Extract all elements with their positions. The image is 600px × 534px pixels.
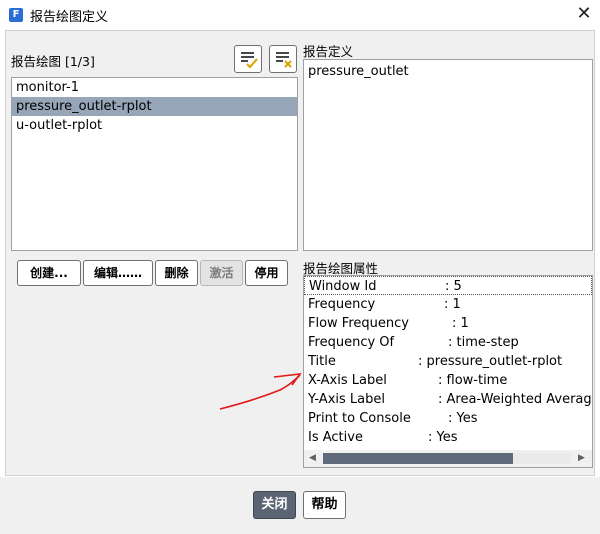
property-key: Print to Console	[308, 411, 411, 426]
scroll-right-icon[interactable]: ▶	[573, 450, 590, 467]
property-row[interactable]: Print to Console : Yes	[304, 409, 592, 428]
property-row[interactable]: X-Axis Label : flow-time	[304, 371, 592, 390]
report-definitions-list[interactable]: pressure_outlet	[303, 59, 593, 251]
report-plot-properties-list[interactable]: Window Id : 5 Frequency : 1 Flow Frequen…	[303, 275, 593, 468]
app-icon: F	[9, 8, 23, 22]
property-key: Frequency Of	[308, 335, 395, 350]
property-value: : Yes	[448, 411, 478, 426]
title-bar: F 报告绘图定义 ✕	[0, 0, 600, 30]
delete-button[interactable]: 删除	[155, 260, 198, 286]
window-title: 报告绘图定义	[30, 10, 109, 25]
property-row[interactable]: Frequency : 1	[304, 295, 592, 314]
select-all-icon	[241, 52, 258, 69]
report-plot-item-selected[interactable]: pressure_outlet-rplot	[12, 97, 297, 116]
property-value: : pressure_outlet-rplot	[418, 354, 563, 369]
scroll-left-icon[interactable]: ◀	[304, 450, 321, 467]
property-row[interactable]: Is Active : Yes	[304, 428, 592, 447]
property-row[interactable]: Flow Frequency : 1	[304, 314, 592, 333]
property-value: : Area-Weighted Average	[438, 392, 593, 407]
dialog-footer: 关闭 帮助	[0, 477, 600, 534]
property-value: : 1	[452, 316, 469, 331]
property-value: : 1	[444, 297, 461, 312]
close-icon[interactable]: ✕	[574, 4, 594, 24]
property-value: : 5	[445, 279, 462, 294]
property-value: : Yes	[428, 430, 458, 445]
property-key: Flow Frequency	[308, 316, 409, 331]
report-plots-list[interactable]: monitor-1 pressure_outlet-rplot u-outlet…	[11, 77, 298, 251]
close-button[interactable]: 关闭	[253, 491, 296, 519]
horizontal-scrollbar[interactable]: ◀ ▶	[304, 450, 592, 467]
property-row[interactable]: Frequency Of : time-step	[304, 333, 592, 352]
property-key: Frequency	[308, 297, 376, 312]
help-button[interactable]: 帮助	[303, 491, 346, 519]
select-all-button[interactable]	[234, 45, 262, 73]
report-plot-item[interactable]: monitor-1	[12, 78, 297, 97]
property-key: Title	[308, 354, 336, 369]
report-definition-item[interactable]: pressure_outlet	[304, 62, 592, 81]
activate-button[interactable]: 激活	[200, 260, 243, 286]
property-key: Window Id	[309, 279, 377, 294]
report-definitions-label: 报告定义	[303, 44, 354, 59]
property-row[interactable]: Window Id : 5	[304, 276, 592, 295]
deactivate-button[interactable]: 停用	[245, 260, 288, 286]
scrollbar-thumb[interactable]	[323, 453, 513, 464]
property-value: : flow-time	[438, 373, 508, 388]
edit-button[interactable]: 编辑……	[83, 260, 153, 286]
report-plot-item[interactable]: u-outlet-rplot	[12, 116, 297, 135]
property-key: Y-Axis Label	[308, 392, 385, 407]
property-key: Is Active	[308, 430, 363, 445]
property-row[interactable]: Title : pressure_outlet-rplot	[304, 352, 592, 371]
property-key: X-Axis Label	[308, 373, 387, 388]
property-value: : time-step	[448, 335, 519, 350]
scrollbar-track[interactable]	[513, 453, 571, 464]
deselect-all-button[interactable]	[269, 45, 297, 73]
dialog-body: 报告绘图 [1/3] monitor-1 pressure_outlet-rpl…	[5, 30, 595, 476]
report-plots-label: 报告绘图 [1/3]	[11, 54, 95, 69]
create-button[interactable]: 创建...	[17, 260, 81, 286]
deselect-all-icon	[276, 52, 292, 68]
property-row[interactable]: Y-Axis Label : Area-Weighted Average	[304, 390, 592, 409]
